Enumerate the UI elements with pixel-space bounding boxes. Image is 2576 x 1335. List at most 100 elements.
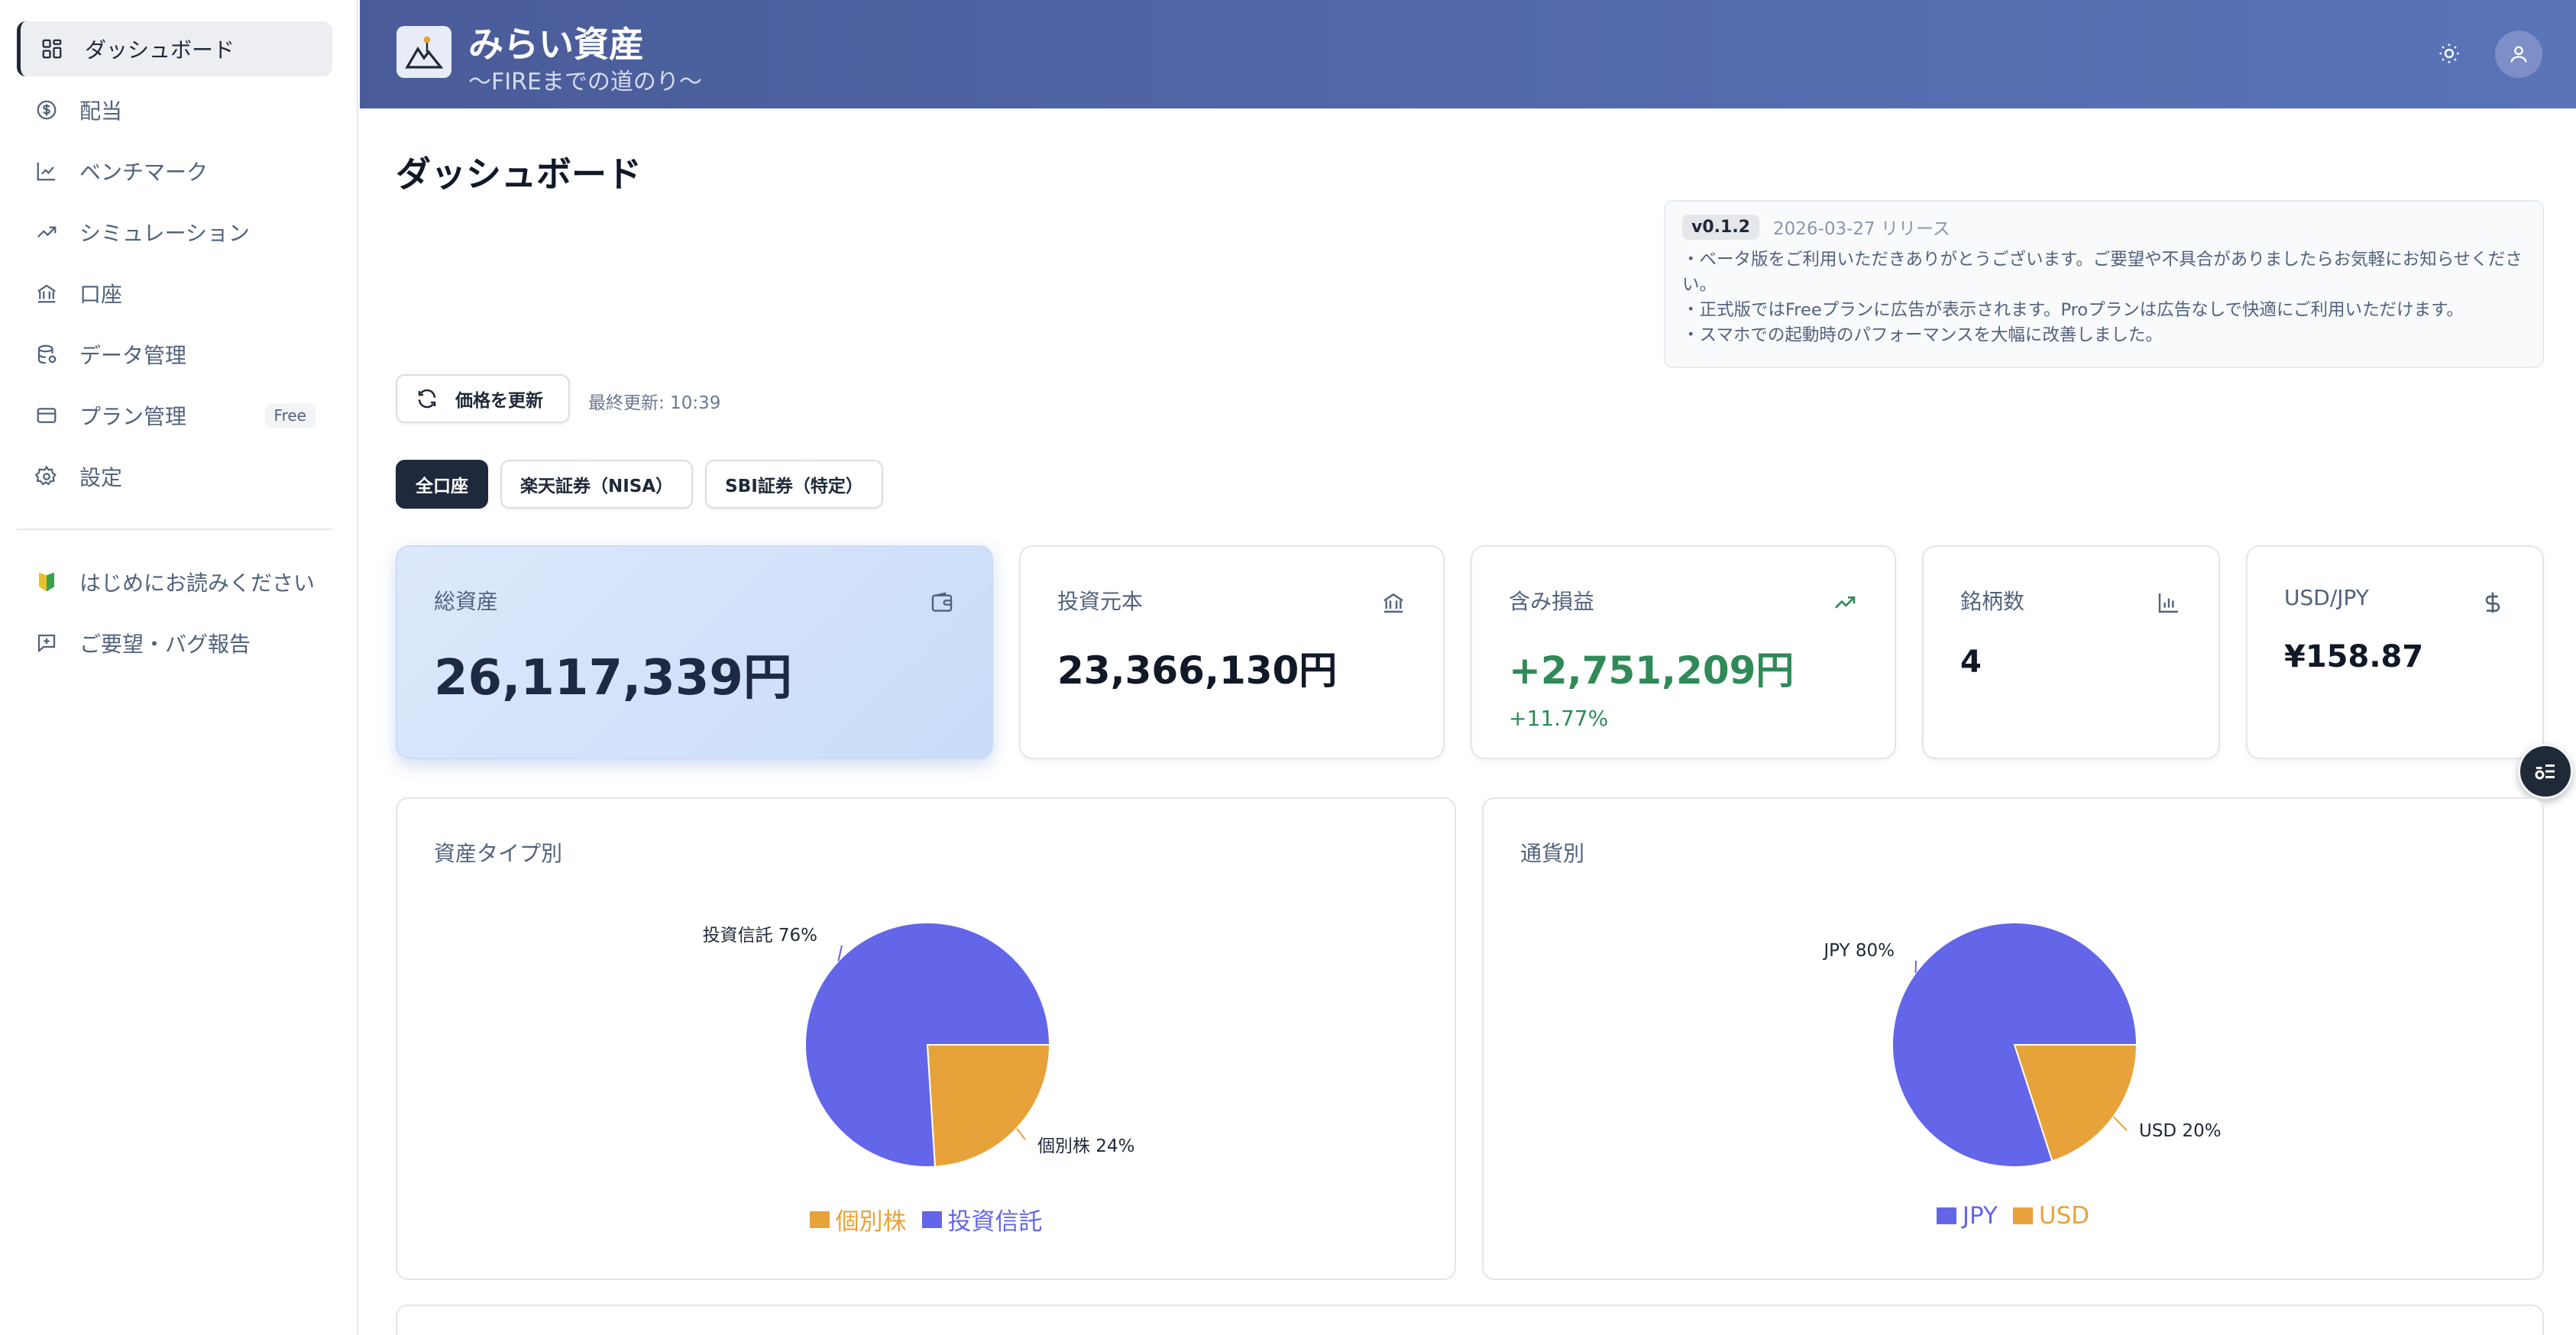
tab-rakuten-nisa[interactable]: 楽天証券（NISA）	[500, 460, 694, 509]
app-header: みらい資産 〜FIREまでの道のり〜	[360, 0, 2576, 108]
chart-legend: 個別株 投資信託	[397, 1202, 1455, 1236]
line-chart-icon	[35, 160, 58, 183]
sidebar-item-feedback[interactable]: ご要望・バグ報告	[17, 616, 332, 671]
holdings-count-value: 4	[1960, 645, 1982, 680]
release-note: ・正式版ではFreeプランに広告が表示されます。Proプランは広告なしで快適にご…	[1682, 300, 2464, 320]
principal-card: 投資元本 23,366,130円	[1019, 545, 1445, 759]
bar-chart-icon	[2156, 590, 2182, 616]
user-icon	[2510, 46, 2527, 63]
release-notes-list: ・ベータ版をご利用いただきありがとうございます。ご要望や不具合がありましたらお気…	[1682, 247, 2526, 348]
theme-toggle-button[interactable]	[2434, 38, 2464, 69]
app-root: ダッシュボード 配当 ベンチマーク シミュレーション 口座 データ管理 プラン管…	[0, 0, 2576, 1335]
pie-leader-line	[1015, 1127, 1026, 1140]
floating-menu-button[interactable]	[2518, 744, 2573, 799]
legend-label: 投資信託	[947, 1208, 1043, 1236]
pie-slice-1[interactable]	[926, 1044, 1051, 1168]
sun-icon	[2439, 44, 2459, 63]
unrealized-gain-card: 含み損益 +2,751,209円 +11.77%	[1471, 545, 1896, 759]
pie-slice-label: 投資信託 76%	[703, 926, 817, 945]
app-logo[interactable]	[396, 26, 451, 78]
sidebar-item-label: はじめにお読みください	[79, 571, 316, 596]
tab-all-accounts[interactable]: 全口座	[396, 460, 488, 509]
unrealized-gain-percent: +11.77%	[1509, 706, 1609, 731]
sidebar-item-simulation[interactable]: シミュレーション	[17, 205, 332, 260]
sidebar-item-accounts[interactable]: 口座	[17, 266, 332, 321]
legend-swatch	[921, 1211, 942, 1228]
sidebar-item-benchmark[interactable]: ベンチマーク	[17, 144, 332, 199]
card-label: 総資産	[434, 589, 499, 614]
release-date: 2026-03-27 リリース	[1772, 219, 1950, 239]
dashboard-icon	[40, 37, 63, 60]
sidebar-item-dividends[interactable]: 配当	[17, 82, 332, 137]
principal-value: 23,366,130円	[1057, 648, 1338, 693]
sidebar-item-label: 配当	[79, 99, 123, 124]
sidebar-item-dashboard[interactable]: ダッシュボード	[17, 21, 332, 76]
pie-leader-line	[2112, 1116, 2128, 1131]
release-note: ・ベータ版をご利用いただきありがとうございます。ご要望や不具合がありましたらお気…	[1682, 250, 2523, 295]
refresh-prices-button[interactable]: 価格を更新	[396, 374, 570, 423]
page-title: ダッシュボード	[396, 154, 642, 195]
next-panel	[396, 1304, 2544, 1335]
sidebar-item-label: プラン管理	[79, 404, 187, 429]
sidebar-item-label: 口座	[79, 282, 123, 307]
fx-rate-value: ¥158.87	[2284, 639, 2424, 674]
card-label: 銘柄数	[1960, 589, 2025, 614]
sidebar-divider	[17, 529, 332, 530]
app-title: みらい資産	[468, 24, 644, 65]
holdings-count-card: 銘柄数 4	[1922, 545, 2220, 759]
wallet-icon	[929, 590, 955, 616]
feedback-icon	[35, 632, 58, 655]
legend-swatch	[1936, 1207, 1956, 1224]
database-icon	[35, 343, 58, 366]
dollar-circle-icon	[35, 99, 58, 121]
legend-label: 個別株	[835, 1208, 907, 1236]
gear-icon	[35, 465, 58, 488]
tab-sbi-specific[interactable]: SBI証券（特定）	[705, 460, 883, 509]
sidebar-item-label: シミュレーション	[79, 221, 250, 246]
legend-swatch	[2012, 1207, 2033, 1224]
total-assets-value: 26,117,339円	[434, 650, 792, 706]
mountain-logo-icon	[405, 36, 444, 69]
last-updated-text: 最終更新: 10:39	[588, 393, 721, 413]
bank-icon	[1380, 590, 1406, 616]
trending-up-icon	[35, 221, 58, 244]
dollar-icon	[2480, 590, 2506, 616]
trending-up-icon	[1832, 590, 1858, 616]
total-assets-card: 総資産 26,117,339円	[396, 545, 993, 759]
card-label: USD/JPY	[2284, 585, 2369, 610]
sidebar-item-label: 設定	[79, 465, 123, 490]
unrealized-gain-value: +2,751,209円	[1509, 648, 1794, 693]
legend-swatch	[809, 1211, 830, 1228]
legend-item[interactable]: 個別株	[809, 1202, 907, 1236]
sidebar-item-read-first[interactable]: はじめにお読みください	[17, 554, 332, 609]
sidebar-item-label: ダッシュボード	[85, 37, 235, 63]
beginner-mark-icon	[35, 571, 58, 593]
credit-card-icon	[35, 404, 58, 427]
sidebar-item-label: データ管理	[79, 343, 187, 368]
version-badge: v0.1.2	[1682, 214, 1759, 240]
sidebar-item-data-management[interactable]: データ管理	[17, 327, 332, 382]
refresh-prices-label: 価格を更新	[455, 391, 543, 411]
legend-item[interactable]: 投資信託	[921, 1202, 1043, 1236]
pie-slice-label: USD 20%	[2139, 1121, 2222, 1141]
legend-label: JPY	[1962, 1202, 1998, 1230]
sidebar-item-label: ベンチマーク	[79, 160, 209, 185]
card-label: 含み損益	[1509, 589, 1595, 614]
card-label: 投資元本	[1057, 589, 1144, 614]
user-menu-button[interactable]	[2495, 31, 2542, 78]
release-note: ・スマホでの起動時のパフォーマンスを大幅に改善しました。	[1682, 325, 2163, 345]
sidebar-item-label: ご要望・バグ報告	[79, 632, 251, 657]
sidebar-item-plan[interactable]: プラン管理 Free	[17, 388, 332, 443]
filter-list-icon	[2535, 764, 2555, 780]
legend-item[interactable]: JPY	[1936, 1202, 1998, 1230]
currency-chart-panel: 通貨別 JPY 80% USD 20% JPY USD	[1482, 797, 2544, 1280]
legend-item[interactable]: USD	[2012, 1202, 2089, 1230]
sidebar-item-settings[interactable]: 設定	[17, 449, 332, 504]
account-tabs: 全口座 楽天証券（NISA） SBI証券（特定）	[396, 460, 895, 509]
release-notes-box: v0.1.2 2026-03-27 リリース ・ベータ版をご利用いただきありがと…	[1664, 200, 2544, 368]
refresh-icon	[418, 389, 436, 409]
sidebar-nav: ダッシュボード 配当 ベンチマーク シミュレーション 口座 データ管理 プラン管…	[0, 0, 357, 671]
pie-slice-label: 個別株 24%	[1037, 1136, 1134, 1156]
chart-legend: JPY USD	[1484, 1202, 2542, 1230]
plan-badge: Free	[264, 403, 316, 428]
